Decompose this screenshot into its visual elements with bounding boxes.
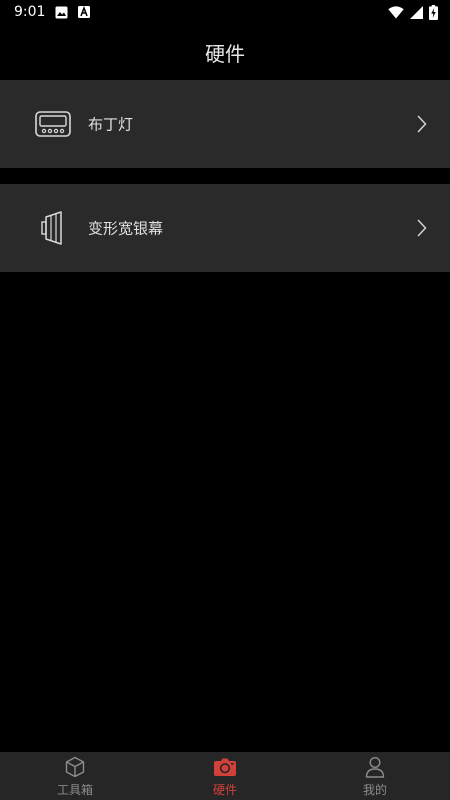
chevron-right-icon [416,114,428,134]
tab-label: 工具箱 [56,782,93,797]
wifi-icon [388,5,404,19]
status-left: 9:01 [14,4,91,20]
list-item-pudding-lamp[interactable]: 布丁灯 [0,80,450,168]
anamorphic-lens-icon [33,208,73,248]
font-icon [78,6,91,18]
tab-label: 我的 [362,782,387,797]
cube-icon [63,755,87,779]
person-icon [363,755,387,779]
tab-toolbox[interactable]: 工具箱 [0,752,150,800]
image-icon [55,6,68,19]
pudding-lamp-icon [33,104,73,144]
header: 硬件 [0,24,450,80]
chevron-right-icon [416,218,428,238]
list-item-anamorphic-lens[interactable]: 变形宽银幕 [0,184,450,272]
battery-charging-icon [429,4,438,20]
bottom-nav: 工具箱 硬件 我的 [0,752,450,800]
list-item-label: 布丁灯 [88,115,134,134]
status-time: 9:01 [14,4,46,20]
page-title: 硬件 [205,41,245,66]
list-item-label: 变形宽银幕 [88,219,164,238]
signal-icon [410,5,423,19]
tab-mine[interactable]: 我的 [300,752,450,800]
tab-hardware[interactable]: 硬件 [150,752,300,800]
camera-icon [213,755,237,779]
status-bar: 9:01 [0,0,450,24]
tab-label: 硬件 [212,782,237,797]
status-right [388,4,438,20]
